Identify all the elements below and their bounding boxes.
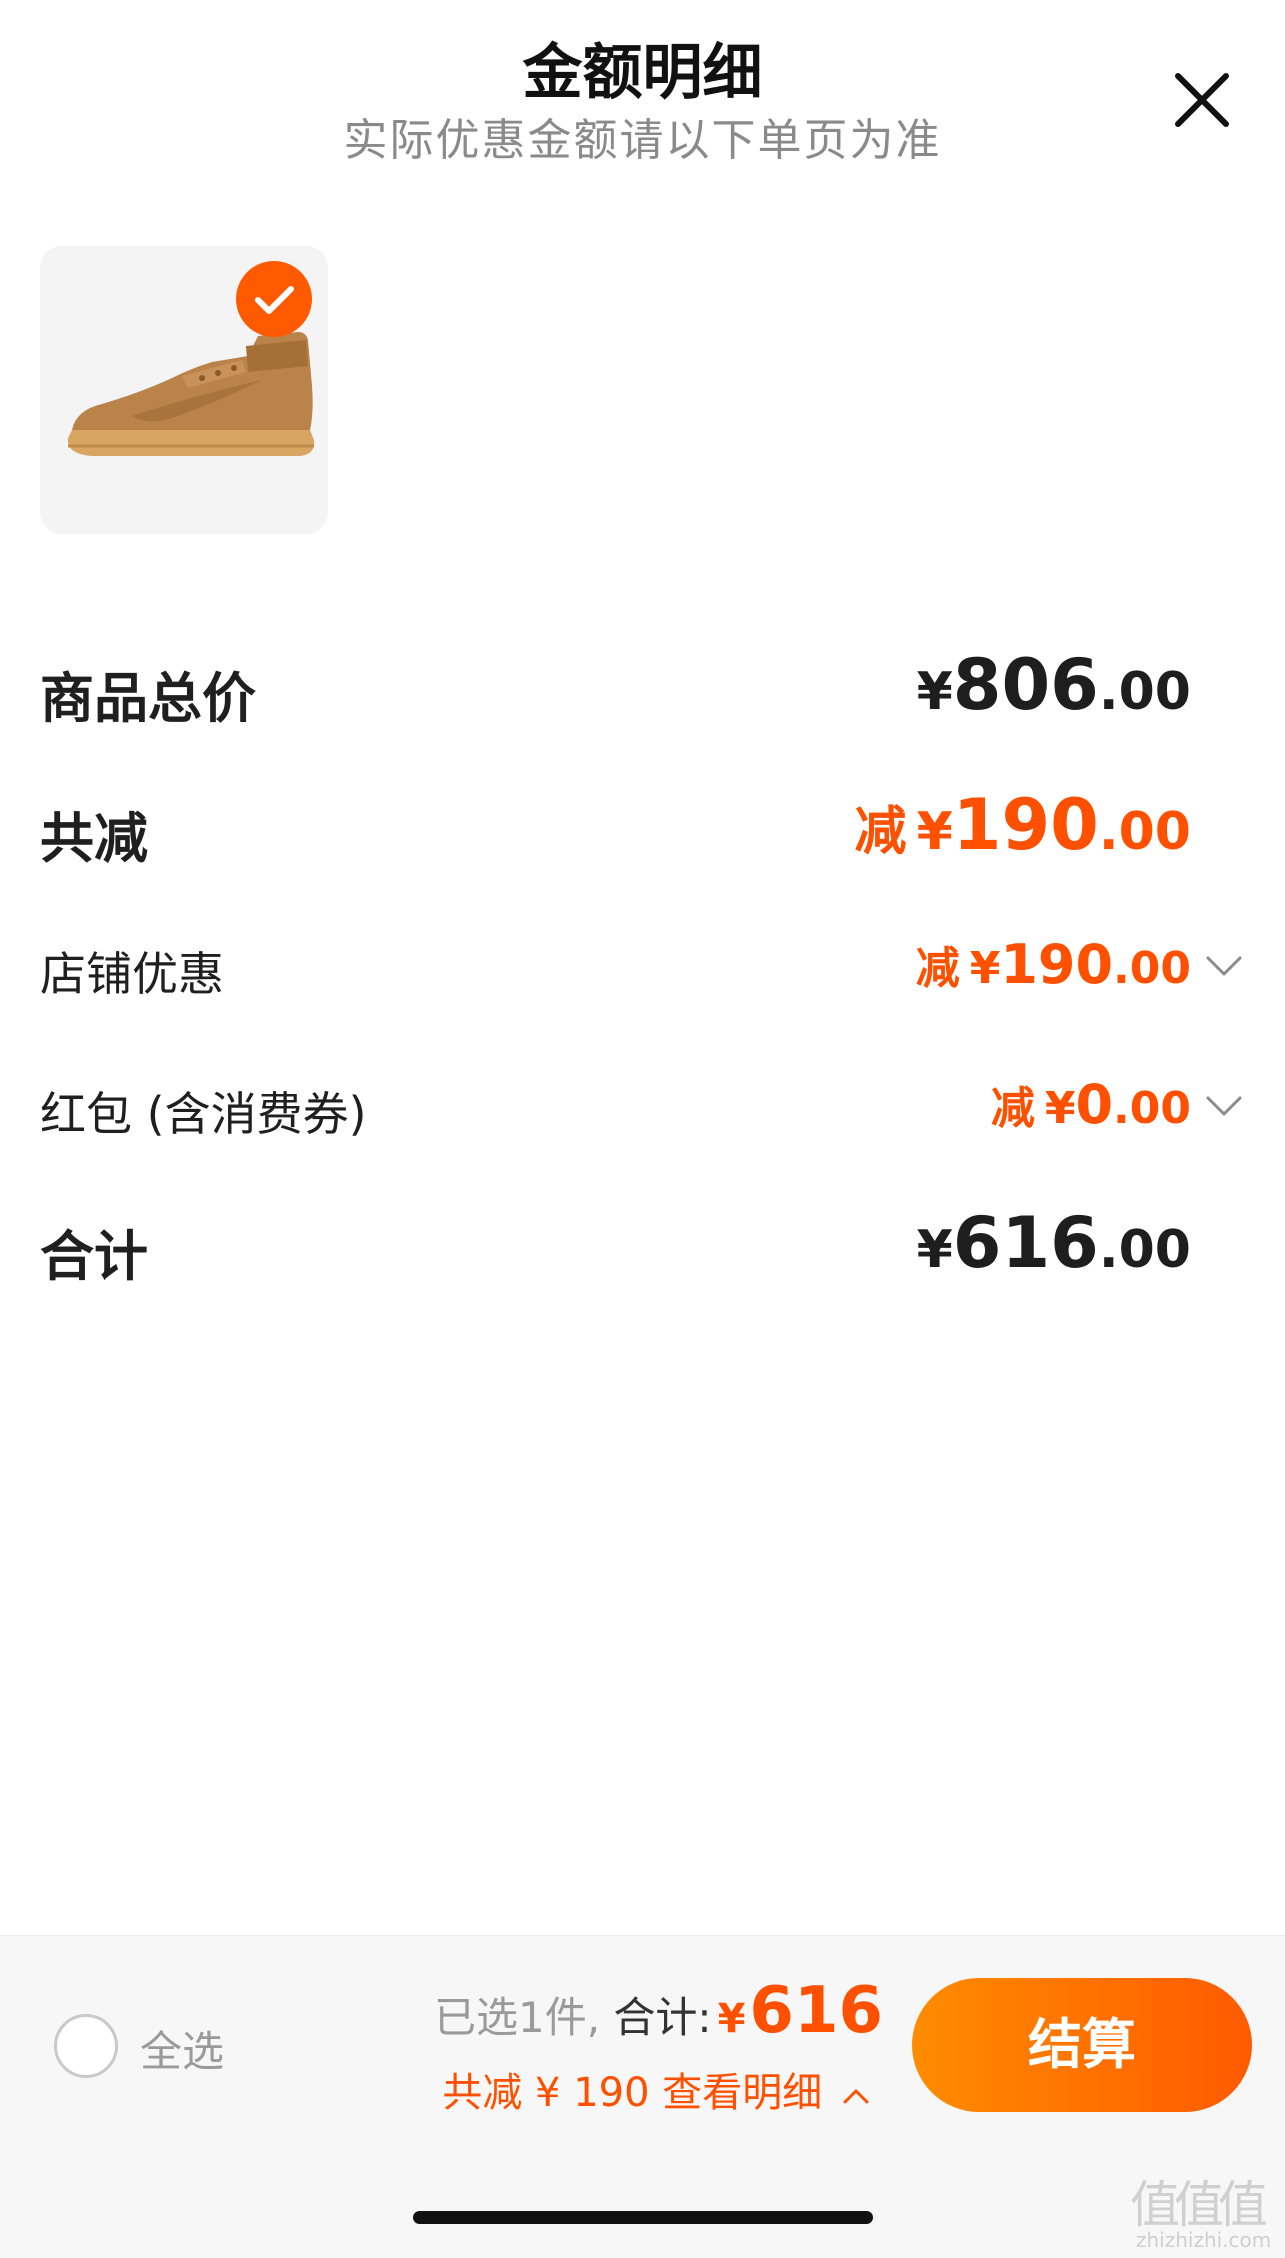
- amount-decimal: .00: [1098, 802, 1191, 862]
- close-icon: [1175, 73, 1229, 127]
- currency-symbol: ¥: [969, 943, 1001, 994]
- amount-decimal: .00: [1098, 662, 1191, 722]
- selection-summary: 已选1件, 合计: ¥616: [434, 1974, 883, 2048]
- reduce-prefix: 减: [854, 802, 907, 862]
- amount-decimal: .00: [1098, 1220, 1191, 1280]
- currency-symbol: ¥: [1044, 1083, 1076, 1134]
- selected-count-text: 已选1件,: [433, 1993, 601, 2042]
- row-subtotal: 合计 ¥616.00: [0, 1202, 1285, 1306]
- check-icon: [255, 286, 294, 314]
- currency-symbol: ¥: [916, 662, 953, 722]
- row-total-reduction: 共减 减 ¥190.00: [0, 784, 1285, 888]
- amount-integer: 190: [1000, 933, 1114, 996]
- amount-decimal: .00: [1113, 943, 1191, 994]
- red-packet-label: 红包 (含消费券): [40, 1087, 367, 1141]
- store-discount-label: 店铺优惠: [40, 947, 224, 1001]
- home-indicator[interactable]: [413, 2211, 873, 2224]
- sheet-header: 金额明细 实际优惠金额请以下单页为准: [0, 0, 1285, 180]
- row-total-price: 商品总价 ¥806.00: [0, 644, 1285, 748]
- checkout-button[interactable]: 结算: [912, 1978, 1252, 2112]
- currency-symbol: ¥: [916, 802, 953, 862]
- currency-symbol: ¥: [916, 1220, 953, 1280]
- sheet-title: 金额明细: [522, 38, 763, 108]
- sneaker-image: [67, 332, 315, 456]
- detail-text: 共减 ¥ 190 查看明细: [442, 2070, 823, 2116]
- total-value: 616: [749, 1974, 883, 2048]
- product-card[interactable]: [40, 246, 328, 534]
- total-label: 合计:: [613, 1993, 712, 2042]
- subtotal-amount: ¥616.00: [917, 1202, 1191, 1284]
- select-all-label[interactable]: 全选: [140, 2018, 224, 2079]
- row-red-packet[interactable]: 红包 (含消费券) 减 ¥0.00: [0, 1072, 1285, 1172]
- store-discount-amount: 减 ¥190.00: [916, 932, 1191, 996]
- amount-integer: 806: [952, 644, 1099, 726]
- amount-integer: 190: [952, 784, 1099, 866]
- total-price-amount: ¥806.00: [917, 644, 1191, 726]
- row-store-discount[interactable]: 店铺优惠 减 ¥190.00: [0, 932, 1285, 1032]
- total-reduction-amount: 减 ¥190.00: [855, 784, 1191, 866]
- select-all-radio[interactable]: [54, 2014, 118, 2078]
- view-details-link[interactable]: 共减 ¥ 190 查看明细: [442, 2060, 871, 2118]
- reduce-prefix: 减: [990, 1083, 1035, 1134]
- red-packet-amount: 减 ¥0.00: [991, 1072, 1191, 1136]
- amount-integer: 616: [952, 1202, 1099, 1284]
- close-button[interactable]: [1168, 66, 1236, 134]
- chevron-up-icon: [843, 2089, 869, 2104]
- amount-integer: 0: [1075, 1073, 1114, 1136]
- chevron-down-icon[interactable]: [1204, 1094, 1244, 1120]
- chevron-down-icon[interactable]: [1204, 954, 1244, 980]
- subtotal-label: 合计: [40, 1225, 148, 1288]
- sheet-subtitle: 实际优惠金额请以下单页为准: [343, 115, 942, 166]
- reduce-prefix: 减: [915, 943, 960, 994]
- total-price-label: 商品总价: [40, 667, 256, 730]
- checkout-bar: 全选 已选1件, 合计: ¥616 共减 ¥ 190 查看明细 结算: [0, 1935, 1285, 2258]
- watermark-site: zhizhizhi.com: [1136, 2228, 1272, 2252]
- total-currency: ¥: [717, 1996, 746, 2042]
- selected-check-badge[interactable]: [236, 261, 312, 337]
- watermark-logo: 值值值: [1130, 2176, 1268, 2234]
- total-reduction-label: 共减: [40, 807, 148, 870]
- amount-decimal: .00: [1113, 1083, 1191, 1134]
